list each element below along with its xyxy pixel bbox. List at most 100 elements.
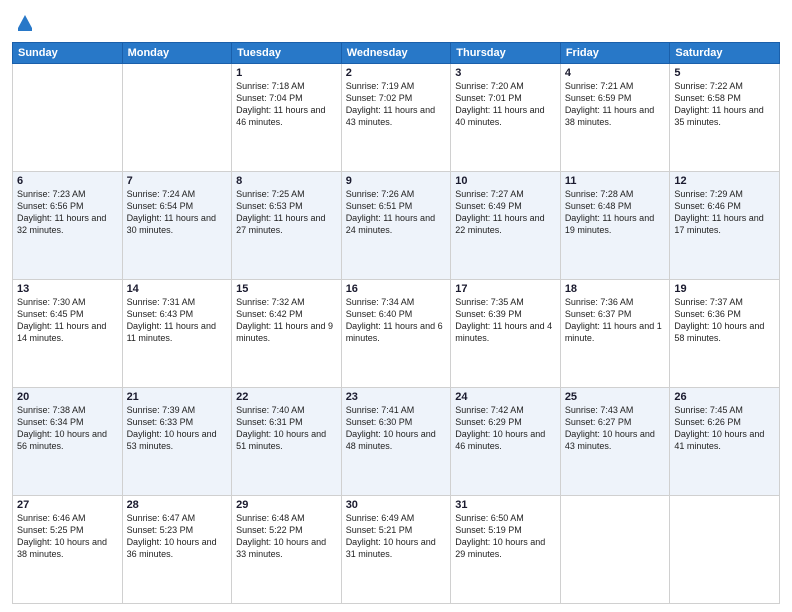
calendar-cell: 20Sunrise: 7:38 AMSunset: 6:34 PMDayligh… (13, 388, 123, 496)
day-info: Sunrise: 7:26 AMSunset: 6:51 PMDaylight:… (346, 188, 447, 237)
calendar-header-tuesday: Tuesday (232, 43, 342, 64)
calendar-table: SundayMondayTuesdayWednesdayThursdayFrid… (12, 42, 780, 604)
day-number: 31 (455, 499, 556, 511)
calendar-cell: 8Sunrise: 7:25 AMSunset: 6:53 PMDaylight… (232, 172, 342, 280)
day-info: Sunrise: 7:29 AMSunset: 6:46 PMDaylight:… (674, 188, 775, 237)
calendar-cell: 23Sunrise: 7:41 AMSunset: 6:30 PMDayligh… (341, 388, 451, 496)
day-info: Sunrise: 7:27 AMSunset: 6:49 PMDaylight:… (455, 188, 556, 237)
calendar-cell: 18Sunrise: 7:36 AMSunset: 6:37 PMDayligh… (560, 280, 670, 388)
day-info: Sunrise: 7:39 AMSunset: 6:33 PMDaylight:… (127, 404, 228, 453)
day-info: Sunrise: 7:31 AMSunset: 6:43 PMDaylight:… (127, 296, 228, 345)
day-number: 28 (127, 499, 228, 511)
day-info: Sunrise: 7:35 AMSunset: 6:39 PMDaylight:… (455, 296, 556, 345)
calendar-cell: 2Sunrise: 7:19 AMSunset: 7:02 PMDaylight… (341, 64, 451, 172)
day-info: Sunrise: 7:25 AMSunset: 6:53 PMDaylight:… (236, 188, 337, 237)
day-info: Sunrise: 7:30 AMSunset: 6:45 PMDaylight:… (17, 296, 118, 345)
calendar-cell: 12Sunrise: 7:29 AMSunset: 6:46 PMDayligh… (670, 172, 780, 280)
calendar-cell: 26Sunrise: 7:45 AMSunset: 6:26 PMDayligh… (670, 388, 780, 496)
day-number: 5 (674, 67, 775, 79)
day-number: 11 (565, 175, 666, 187)
calendar-cell: 28Sunrise: 6:47 AMSunset: 5:23 PMDayligh… (122, 496, 232, 604)
calendar-cell: 16Sunrise: 7:34 AMSunset: 6:40 PMDayligh… (341, 280, 451, 388)
calendar-cell: 9Sunrise: 7:26 AMSunset: 6:51 PMDaylight… (341, 172, 451, 280)
calendar-header-friday: Friday (560, 43, 670, 64)
day-number: 21 (127, 391, 228, 403)
calendar-cell: 6Sunrise: 7:23 AMSunset: 6:56 PMDaylight… (13, 172, 123, 280)
calendar-cell: 27Sunrise: 6:46 AMSunset: 5:25 PMDayligh… (13, 496, 123, 604)
calendar-cell: 22Sunrise: 7:40 AMSunset: 6:31 PMDayligh… (232, 388, 342, 496)
calendar-header-row: SundayMondayTuesdayWednesdayThursdayFrid… (13, 43, 780, 64)
day-info: Sunrise: 7:45 AMSunset: 6:26 PMDaylight:… (674, 404, 775, 453)
calendar-header-sunday: Sunday (13, 43, 123, 64)
day-number: 27 (17, 499, 118, 511)
day-number: 18 (565, 283, 666, 295)
day-info: Sunrise: 7:37 AMSunset: 6:36 PMDaylight:… (674, 296, 775, 345)
day-info: Sunrise: 6:50 AMSunset: 5:19 PMDaylight:… (455, 512, 556, 561)
day-number: 7 (127, 175, 228, 187)
logo-icon (14, 10, 36, 32)
day-info: Sunrise: 7:38 AMSunset: 6:34 PMDaylight:… (17, 404, 118, 453)
calendar-cell: 1Sunrise: 7:18 AMSunset: 7:04 PMDaylight… (232, 64, 342, 172)
logo (12, 10, 36, 34)
day-info: Sunrise: 7:36 AMSunset: 6:37 PMDaylight:… (565, 296, 666, 345)
calendar-cell: 5Sunrise: 7:22 AMSunset: 6:58 PMDaylight… (670, 64, 780, 172)
day-info: Sunrise: 7:28 AMSunset: 6:48 PMDaylight:… (565, 188, 666, 237)
day-number: 3 (455, 67, 556, 79)
calendar-cell: 29Sunrise: 6:48 AMSunset: 5:22 PMDayligh… (232, 496, 342, 604)
calendar-cell: 4Sunrise: 7:21 AMSunset: 6:59 PMDaylight… (560, 64, 670, 172)
calendar-cell: 21Sunrise: 7:39 AMSunset: 6:33 PMDayligh… (122, 388, 232, 496)
day-info: Sunrise: 7:20 AMSunset: 7:01 PMDaylight:… (455, 80, 556, 129)
day-number: 16 (346, 283, 447, 295)
calendar-cell: 25Sunrise: 7:43 AMSunset: 6:27 PMDayligh… (560, 388, 670, 496)
calendar-cell (560, 496, 670, 604)
day-info: Sunrise: 7:18 AMSunset: 7:04 PMDaylight:… (236, 80, 337, 129)
day-number: 4 (565, 67, 666, 79)
day-number: 2 (346, 67, 447, 79)
day-info: Sunrise: 7:32 AMSunset: 6:42 PMDaylight:… (236, 296, 337, 345)
calendar-cell (122, 64, 232, 172)
day-number: 24 (455, 391, 556, 403)
calendar-cell: 11Sunrise: 7:28 AMSunset: 6:48 PMDayligh… (560, 172, 670, 280)
calendar-cell: 30Sunrise: 6:49 AMSunset: 5:21 PMDayligh… (341, 496, 451, 604)
calendar-cell: 3Sunrise: 7:20 AMSunset: 7:01 PMDaylight… (451, 64, 561, 172)
calendar-cell: 19Sunrise: 7:37 AMSunset: 6:36 PMDayligh… (670, 280, 780, 388)
day-info: Sunrise: 7:42 AMSunset: 6:29 PMDaylight:… (455, 404, 556, 453)
calendar-cell (13, 64, 123, 172)
day-number: 9 (346, 175, 447, 187)
day-number: 26 (674, 391, 775, 403)
calendar-cell: 24Sunrise: 7:42 AMSunset: 6:29 PMDayligh… (451, 388, 561, 496)
day-number: 17 (455, 283, 556, 295)
day-number: 10 (455, 175, 556, 187)
day-number: 1 (236, 67, 337, 79)
day-number: 15 (236, 283, 337, 295)
day-info: Sunrise: 7:19 AMSunset: 7:02 PMDaylight:… (346, 80, 447, 129)
day-number: 13 (17, 283, 118, 295)
day-info: Sunrise: 7:22 AMSunset: 6:58 PMDaylight:… (674, 80, 775, 129)
day-number: 22 (236, 391, 337, 403)
calendar-cell: 10Sunrise: 7:27 AMSunset: 6:49 PMDayligh… (451, 172, 561, 280)
day-info: Sunrise: 7:24 AMSunset: 6:54 PMDaylight:… (127, 188, 228, 237)
day-number: 14 (127, 283, 228, 295)
calendar-cell: 7Sunrise: 7:24 AMSunset: 6:54 PMDaylight… (122, 172, 232, 280)
day-info: Sunrise: 7:43 AMSunset: 6:27 PMDaylight:… (565, 404, 666, 453)
calendar-week-row: 27Sunrise: 6:46 AMSunset: 5:25 PMDayligh… (13, 496, 780, 604)
calendar-cell: 15Sunrise: 7:32 AMSunset: 6:42 PMDayligh… (232, 280, 342, 388)
calendar-header-saturday: Saturday (670, 43, 780, 64)
day-number: 29 (236, 499, 337, 511)
calendar-cell (670, 496, 780, 604)
calendar-week-row: 1Sunrise: 7:18 AMSunset: 7:04 PMDaylight… (13, 64, 780, 172)
calendar-week-row: 6Sunrise: 7:23 AMSunset: 6:56 PMDaylight… (13, 172, 780, 280)
day-info: Sunrise: 7:34 AMSunset: 6:40 PMDaylight:… (346, 296, 447, 345)
day-info: Sunrise: 7:41 AMSunset: 6:30 PMDaylight:… (346, 404, 447, 453)
day-number: 6 (17, 175, 118, 187)
day-info: Sunrise: 6:48 AMSunset: 5:22 PMDaylight:… (236, 512, 337, 561)
calendar-cell: 31Sunrise: 6:50 AMSunset: 5:19 PMDayligh… (451, 496, 561, 604)
day-info: Sunrise: 6:49 AMSunset: 5:21 PMDaylight:… (346, 512, 447, 561)
day-number: 23 (346, 391, 447, 403)
calendar-week-row: 20Sunrise: 7:38 AMSunset: 6:34 PMDayligh… (13, 388, 780, 496)
calendar-cell: 17Sunrise: 7:35 AMSunset: 6:39 PMDayligh… (451, 280, 561, 388)
day-info: Sunrise: 7:21 AMSunset: 6:59 PMDaylight:… (565, 80, 666, 129)
day-number: 8 (236, 175, 337, 187)
day-info: Sunrise: 7:23 AMSunset: 6:56 PMDaylight:… (17, 188, 118, 237)
calendar-cell: 14Sunrise: 7:31 AMSunset: 6:43 PMDayligh… (122, 280, 232, 388)
